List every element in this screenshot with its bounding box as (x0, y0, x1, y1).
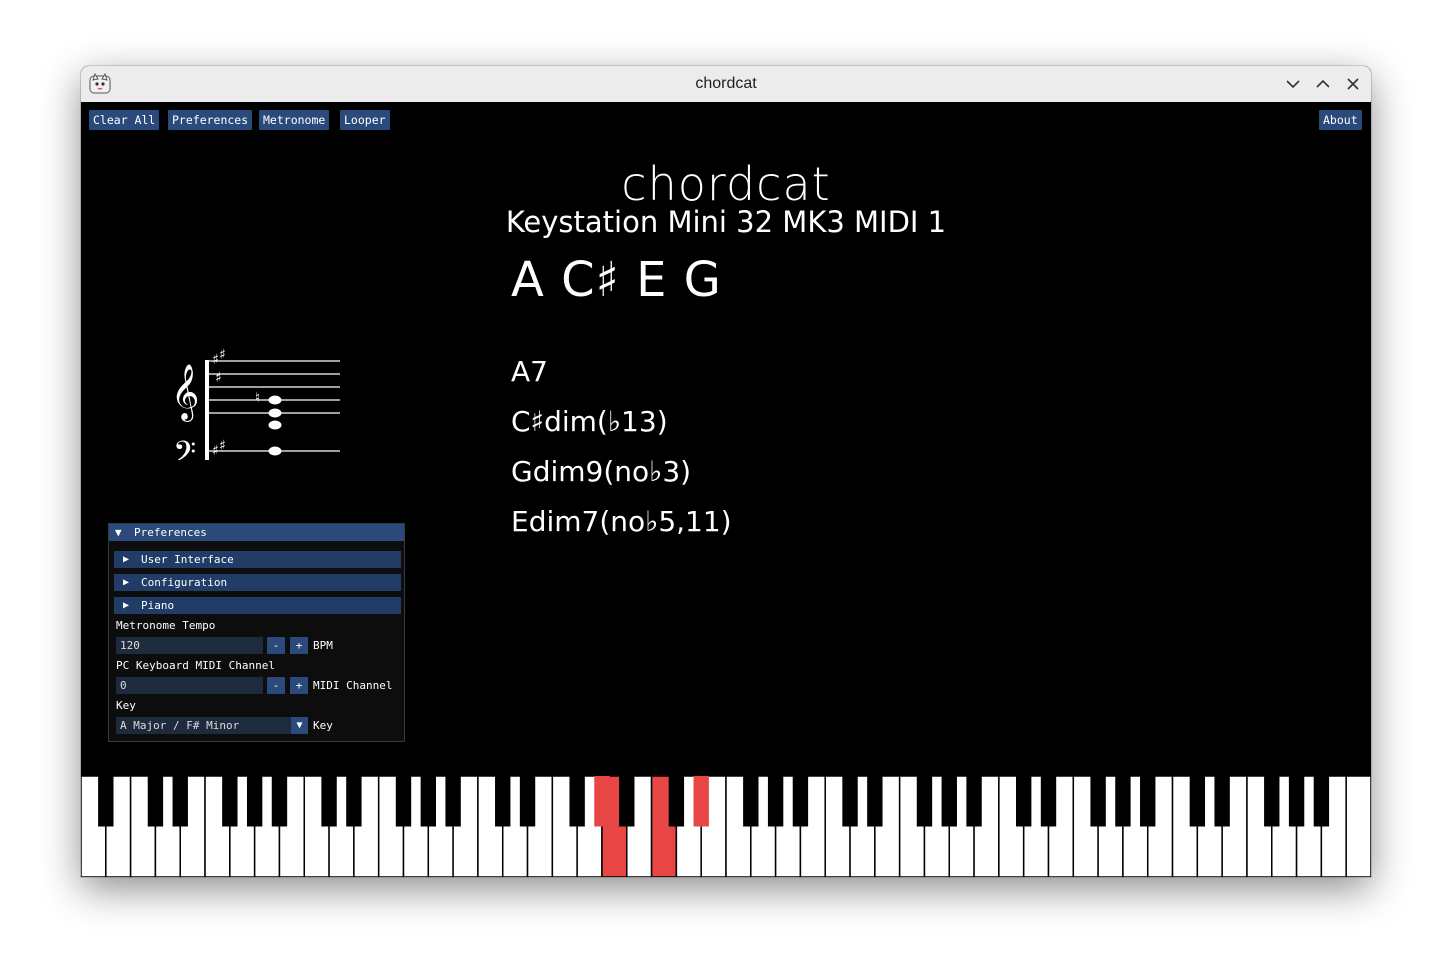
svg-text:♮: ♮ (255, 390, 260, 406)
piano-black-key[interactable] (767, 776, 784, 827)
looper-button[interactable]: Looper (340, 110, 390, 130)
piano-black-key[interactable] (346, 776, 362, 827)
section-configuration[interactable]: ▶ Configuration (114, 574, 401, 591)
triangle-right-icon: ▶ (123, 600, 130, 611)
key-select[interactable]: A Major / F# Minor (116, 717, 291, 734)
chord-candidate: Gdim9(no♭3) (511, 455, 692, 488)
svg-text:♯: ♯ (212, 443, 219, 459)
tempo-decrement-button[interactable]: - (267, 637, 285, 654)
piano-black-key[interactable] (867, 776, 883, 827)
piano-black-key[interactable] (1313, 776, 1330, 827)
piano-black-key[interactable] (941, 776, 957, 827)
midi-channel-input[interactable]: 0 (116, 677, 263, 694)
key-unit: Key (313, 719, 333, 732)
piano-black-key[interactable] (519, 776, 536, 827)
piano-black-key[interactable] (743, 776, 759, 827)
piano-black-key[interactable] (1189, 776, 1206, 827)
piano-black-key[interactable] (445, 776, 461, 827)
piano-black-key[interactable] (1288, 776, 1305, 827)
piano-black-key[interactable] (966, 776, 982, 827)
triangle-right-icon: ▶ (123, 577, 130, 588)
section-label: Piano (141, 599, 175, 612)
title-bar[interactable]: chordcat (81, 66, 1371, 103)
triangle-down-icon[interactable]: ▼ (291, 717, 308, 734)
midi-channel-increment-button[interactable]: + (290, 677, 308, 694)
tempo-unit: BPM (313, 639, 333, 652)
preferences-panel-header[interactable]: ▼ Preferences (109, 524, 404, 541)
section-label: User Interface (141, 553, 234, 566)
preferences-panel-title: Preferences (134, 526, 207, 539)
piano-black-key[interactable] (495, 776, 511, 827)
svg-text:♯: ♯ (212, 352, 219, 368)
chevron-up-icon[interactable] (1312, 73, 1334, 95)
section-user-interface[interactable]: ▶ User Interface (114, 551, 401, 568)
section-label: Configuration (141, 576, 228, 589)
triangle-right-icon: ▶ (123, 554, 130, 565)
piano-black-key[interactable] (569, 776, 585, 827)
piano-black-key[interactable] (420, 776, 436, 827)
midi-channel-unit: MIDI Channel (313, 679, 393, 692)
piano-black-key[interactable] (222, 776, 238, 827)
piano-black-key[interactable] (1016, 776, 1032, 827)
chord-candidate: Edim7(no♭5,11) (511, 505, 732, 538)
piano-black-key[interactable] (321, 776, 337, 827)
piano-black-key[interactable] (594, 776, 610, 827)
preferences-button[interactable]: Preferences (168, 110, 253, 130)
piano-black-key[interactable] (1115, 776, 1131, 827)
svg-text:♯: ♯ (215, 370, 222, 386)
midi-device-name: Keystation Mini 32 MK3 MIDI 1 (505, 205, 947, 239)
key-label: Key (116, 699, 136, 712)
played-notes: A C♯ E G (511, 252, 722, 308)
chevron-down-icon[interactable] (1282, 73, 1304, 95)
piano-black-key[interactable] (693, 776, 709, 827)
midi-channel-decrement-button[interactable]: - (267, 677, 285, 694)
piano-black-key[interactable] (1090, 776, 1106, 827)
piano-black-key[interactable] (172, 776, 188, 827)
grand-staff: 𝄞 𝄢 ♯ ♯ ♯ ♮ ♯ ♯ ♯ (171, 347, 340, 460)
piano-black-key[interactable] (1040, 776, 1057, 827)
piano-black-key[interactable] (395, 776, 412, 827)
preferences-panel: ▼ Preferences ▶ User Interface ▶ Configu… (108, 523, 405, 742)
app-heading: chordcat (621, 157, 831, 211)
tempo-increment-button[interactable]: + (290, 637, 308, 654)
piano-black-key[interactable] (246, 776, 263, 827)
tempo-input[interactable]: 120 (116, 637, 263, 654)
section-piano[interactable]: ▶ Piano (114, 597, 401, 614)
piano-black-key[interactable] (842, 776, 858, 827)
piano-black-key[interactable] (147, 776, 164, 827)
treble-clef-icon: 𝄞 (171, 364, 199, 422)
piano-black-key[interactable] (619, 776, 635, 827)
piano-black-key[interactable] (1140, 776, 1156, 827)
piano-keyboard[interactable] (81, 776, 1371, 877)
svg-text:♯: ♯ (219, 438, 226, 454)
app-window: chordcat Clear All Preferences Metronome… (81, 66, 1371, 877)
piano-black-key[interactable] (1214, 776, 1230, 827)
piano-black-key[interactable] (792, 776, 809, 827)
midi-channel-label: PC Keyboard MIDI Channel (116, 659, 275, 672)
tempo-label: Metronome Tempo (116, 619, 216, 632)
window-title: chordcat (695, 75, 757, 92)
main-content: Clear All Preferences Metronome Looper A… (81, 102, 1371, 877)
chord-candidate: C♯dim(♭13) (511, 405, 668, 438)
metronome-button[interactable]: Metronome (259, 110, 330, 130)
piano-black-key[interactable] (1264, 776, 1280, 827)
piano-white-key[interactable] (1345, 776, 1371, 877)
triangle-down-icon: ▼ (115, 526, 122, 539)
clear-all-button[interactable]: Clear All (89, 110, 160, 130)
bass-clef-icon: 𝄢 (173, 436, 196, 460)
close-icon[interactable] (1342, 73, 1364, 95)
piano-black-key[interactable] (668, 776, 685, 827)
chord-candidate: A7 (511, 355, 548, 388)
piano-black-key[interactable] (271, 776, 288, 827)
piano-black-key[interactable] (98, 776, 114, 827)
svg-text:♯: ♯ (219, 347, 226, 363)
piano-black-key[interactable] (916, 776, 933, 827)
about-button[interactable]: About (1319, 110, 1362, 130)
